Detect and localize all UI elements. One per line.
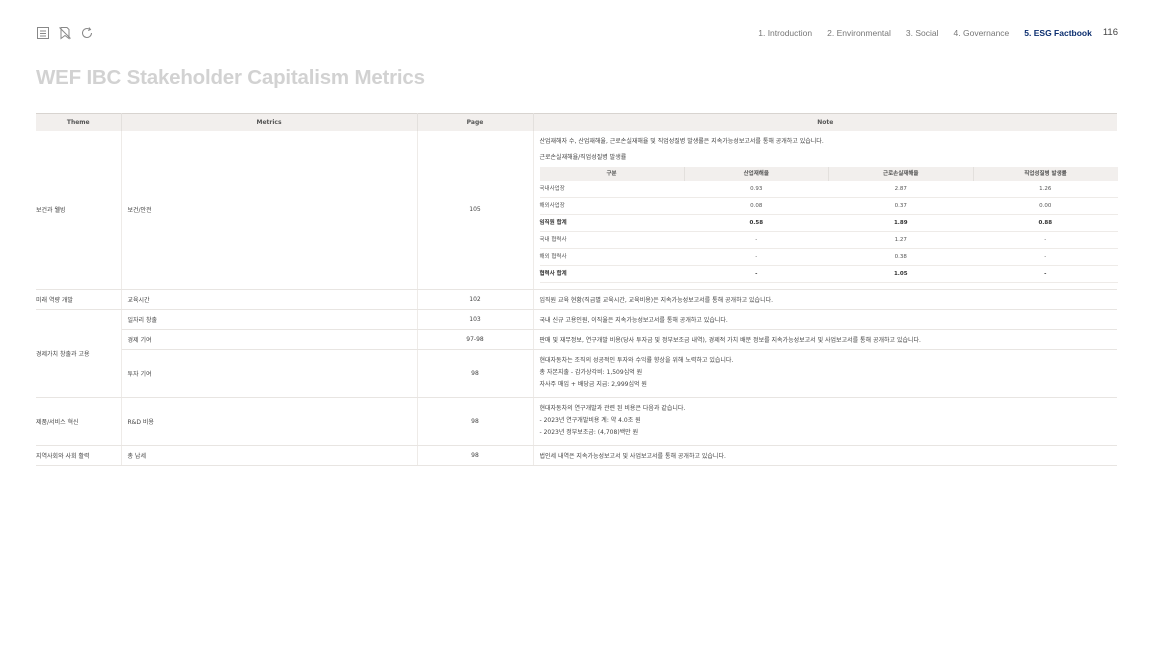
bookmark-icon[interactable]: [58, 26, 72, 40]
page-cell: 98: [417, 397, 534, 446]
nav-introduction[interactable]: 1. Introduction: [758, 28, 812, 38]
metric-cell: 교육시간: [121, 289, 418, 310]
inner-cell: 1.27: [828, 231, 973, 249]
inner-cell: 1.26: [973, 180, 1118, 198]
top-bar: 1. Introduction 2. Environmental 3. Soci…: [36, 26, 1118, 42]
metric-cell: 투자 기여: [121, 349, 418, 398]
table-row: 미래 역량 개발 교육시간 102 임직원 교육 현황(직급별 교육시간, 교육…: [36, 289, 1117, 310]
inner-cell: 0.93: [684, 180, 829, 198]
table-row: 경제가치 창출과 고용 일자리 창출 103 국내 신규 고용인원, 이직율은 …: [36, 309, 1117, 398]
inner-cell: 해외사업장: [539, 197, 684, 215]
inner-cell: 1.89: [828, 214, 973, 232]
metric-cell: 보건/안전: [121, 130, 418, 290]
page-cell: 98: [417, 445, 534, 466]
table-row: 경제 기여 97-98 판매 및 재무정보, 연구개발 비용(당사 투자금 및 …: [36, 329, 1117, 350]
theme-cell: 제품/서비스 혁신: [36, 397, 122, 446]
inner-cell: 1.05: [828, 265, 973, 283]
inner-cell: 협력사 합계: [539, 265, 684, 283]
inner-header: 직업성질병 발생률: [973, 166, 1118, 181]
inner-row: 임직원 합계 0.58 1.89 0.88: [539, 214, 1118, 232]
note-cell: 현대자동차의 연구개발과 관련 된 비용은 다음과 같습니다. - 2023년 …: [533, 397, 1117, 446]
inner-cell: 0.00: [973, 197, 1118, 215]
inner-cell: -: [973, 231, 1118, 249]
inner-row: 해외 협력사 - 0.38 -: [539, 248, 1118, 266]
metrics-table: Theme Metrics Page Note 보건과 웰빙 보건/안전 105…: [36, 113, 1118, 466]
inner-cell: 국내사업장: [539, 180, 684, 198]
table-row: 보건과 웰빙 보건/안전 105 산업재해자 수, 산업재해율, 근로손실재해율…: [36, 130, 1118, 290]
inner-cell: 0.08: [684, 197, 829, 215]
header-page: Page: [417, 113, 534, 131]
table-row: 지역사회와 사회 활력 총 납세 98 법인세 내역은 지속가능성보고서 및 사…: [36, 445, 1117, 466]
inner-cell: 해외 협력사: [539, 248, 684, 266]
note-cell: 판매 및 재무정보, 연구개발 비용(당사 투자금 및 정부보조금 내역), 경…: [533, 329, 1117, 350]
theme-cell: 보건과 웰빙: [36, 130, 122, 290]
header-note: Note: [533, 113, 1117, 131]
inner-cell: 임직원 합계: [539, 214, 684, 232]
inner-header: 산업재해율: [684, 166, 829, 181]
note-text: 현대자동차의 연구개발과 관련 된 비용은 다음과 같습니다.: [539, 405, 686, 412]
metric-cell: 일자리 창출: [121, 309, 418, 330]
inner-cell: -: [973, 248, 1118, 266]
inner-cell: 0.88: [973, 214, 1118, 232]
inner-cell: -: [973, 265, 1118, 283]
inner-cell: 국내 협력사: [539, 231, 684, 249]
page-cell: 97-98: [417, 329, 534, 350]
note-text: - 2023년 연구개발비용 계: 약 4.0조 원: [539, 417, 641, 424]
inner-header: 구분: [539, 166, 685, 181]
inner-cell: 0.58: [684, 214, 829, 232]
inner-cell: -: [684, 231, 829, 249]
inner-row: 국내 협력사 - 1.27 -: [539, 231, 1118, 249]
header-theme: Theme: [36, 113, 122, 131]
note-text: 총 자본지출 - 감가상각비: 1,509십억 원: [539, 369, 643, 376]
inner-header-row: 구분 산업재해율 근로손실재해율 직업성질병 발생률: [539, 166, 1118, 181]
inner-cell: 0.38: [828, 248, 973, 266]
page-number: 116: [1102, 27, 1118, 38]
nav-esg-factbook[interactable]: 5. ESG Factbook: [1024, 28, 1092, 38]
inner-row: 해외사업장 0.08 0.37 0.00: [539, 197, 1118, 215]
toolbar-icons: [36, 26, 94, 40]
metric-cell: 경제 기여: [121, 329, 418, 350]
table-header-row: Theme Metrics Page Note: [36, 113, 1117, 131]
inner-header: 근로손실재해율: [828, 166, 974, 181]
section-nav: 1. Introduction 2. Environmental 3. Soci…: [743, 27, 1118, 38]
refresh-icon[interactable]: [80, 26, 94, 40]
note-cell: 임직원 교육 현황(직급별 교육시간, 교육비용)은 지속가능성보고서를 통해 …: [533, 289, 1117, 310]
note-cell: 법인세 내역은 지속가능성보고서 및 사업보고서를 통해 공개하고 있습니다.: [533, 445, 1117, 466]
theme-cell: 지역사회와 사회 활력: [36, 445, 122, 466]
theme-cell: 경제가치 창출과 고용: [36, 309, 122, 398]
inner-row: 협력사 합계 - 1.05 -: [539, 265, 1118, 283]
page-title: WEF IBC Stakeholder Capitalism Metrics: [36, 66, 425, 89]
page-cell: 102: [417, 289, 534, 310]
note-text: 현대자동차는 조직의 성공적인 투자와 수익률 향상을 위해 노력하고 있습니다…: [539, 357, 734, 364]
metric-cell: R&D 비용: [121, 397, 418, 446]
inner-cell: -: [684, 248, 829, 266]
page-cell: 105: [417, 130, 534, 290]
table-row: 제품/서비스 혁신 R&D 비용 98 현대자동차의 연구개발과 관련 된 비용…: [36, 397, 1117, 446]
injury-rate-table: 구분 산업재해율 근로손실재해율 직업성질병 발생률 국내사업장 0.93 2.…: [539, 166, 1118, 283]
inner-cell: 2.87: [828, 180, 973, 198]
note-cell: 산업재해자 수, 산업재해율, 근로손실재해율 및 직업성질병 발생률은 지속가…: [533, 130, 1118, 290]
header-metrics: Metrics: [121, 113, 418, 131]
nav-governance[interactable]: 4. Governance: [954, 28, 1010, 38]
inner-row: 국내사업장 0.93 2.87 1.26: [539, 180, 1118, 198]
note-text: - 2023년 정부보조금: (4,708)백만 원: [539, 429, 639, 436]
note-cell: 국내 신규 고용인원, 이직율은 지속가능성보고서를 통해 공개하고 있습니다.: [533, 309, 1117, 330]
page-cell: 98: [417, 349, 534, 398]
list-icon[interactable]: [36, 26, 50, 40]
inner-table-title: 근로손실재해율/직업성질병 발생률: [539, 153, 627, 161]
nav-social[interactable]: 3. Social: [906, 28, 939, 38]
page-cell: 103: [417, 309, 534, 330]
inner-cell: 0.37: [828, 197, 973, 215]
note-text: 자사주 매입 + 배당금 지급: 2,999십억 원: [539, 381, 647, 388]
inner-cell: -: [684, 265, 829, 283]
note-text: 산업재해자 수, 산업재해율, 근로손실재해율 및 직업성질병 발생률은 지속가…: [539, 137, 824, 145]
metric-cell: 총 납세: [121, 445, 418, 466]
nav-environmental[interactable]: 2. Environmental: [827, 28, 891, 38]
table-row: 투자 기여 98 현대자동차는 조직의 성공적인 투자와 수익률 향상을 위해 …: [36, 349, 1117, 398]
note-cell: 현대자동차는 조직의 성공적인 투자와 수익률 향상을 위해 노력하고 있습니다…: [533, 349, 1117, 398]
theme-cell: 미래 역량 개발: [36, 289, 122, 310]
